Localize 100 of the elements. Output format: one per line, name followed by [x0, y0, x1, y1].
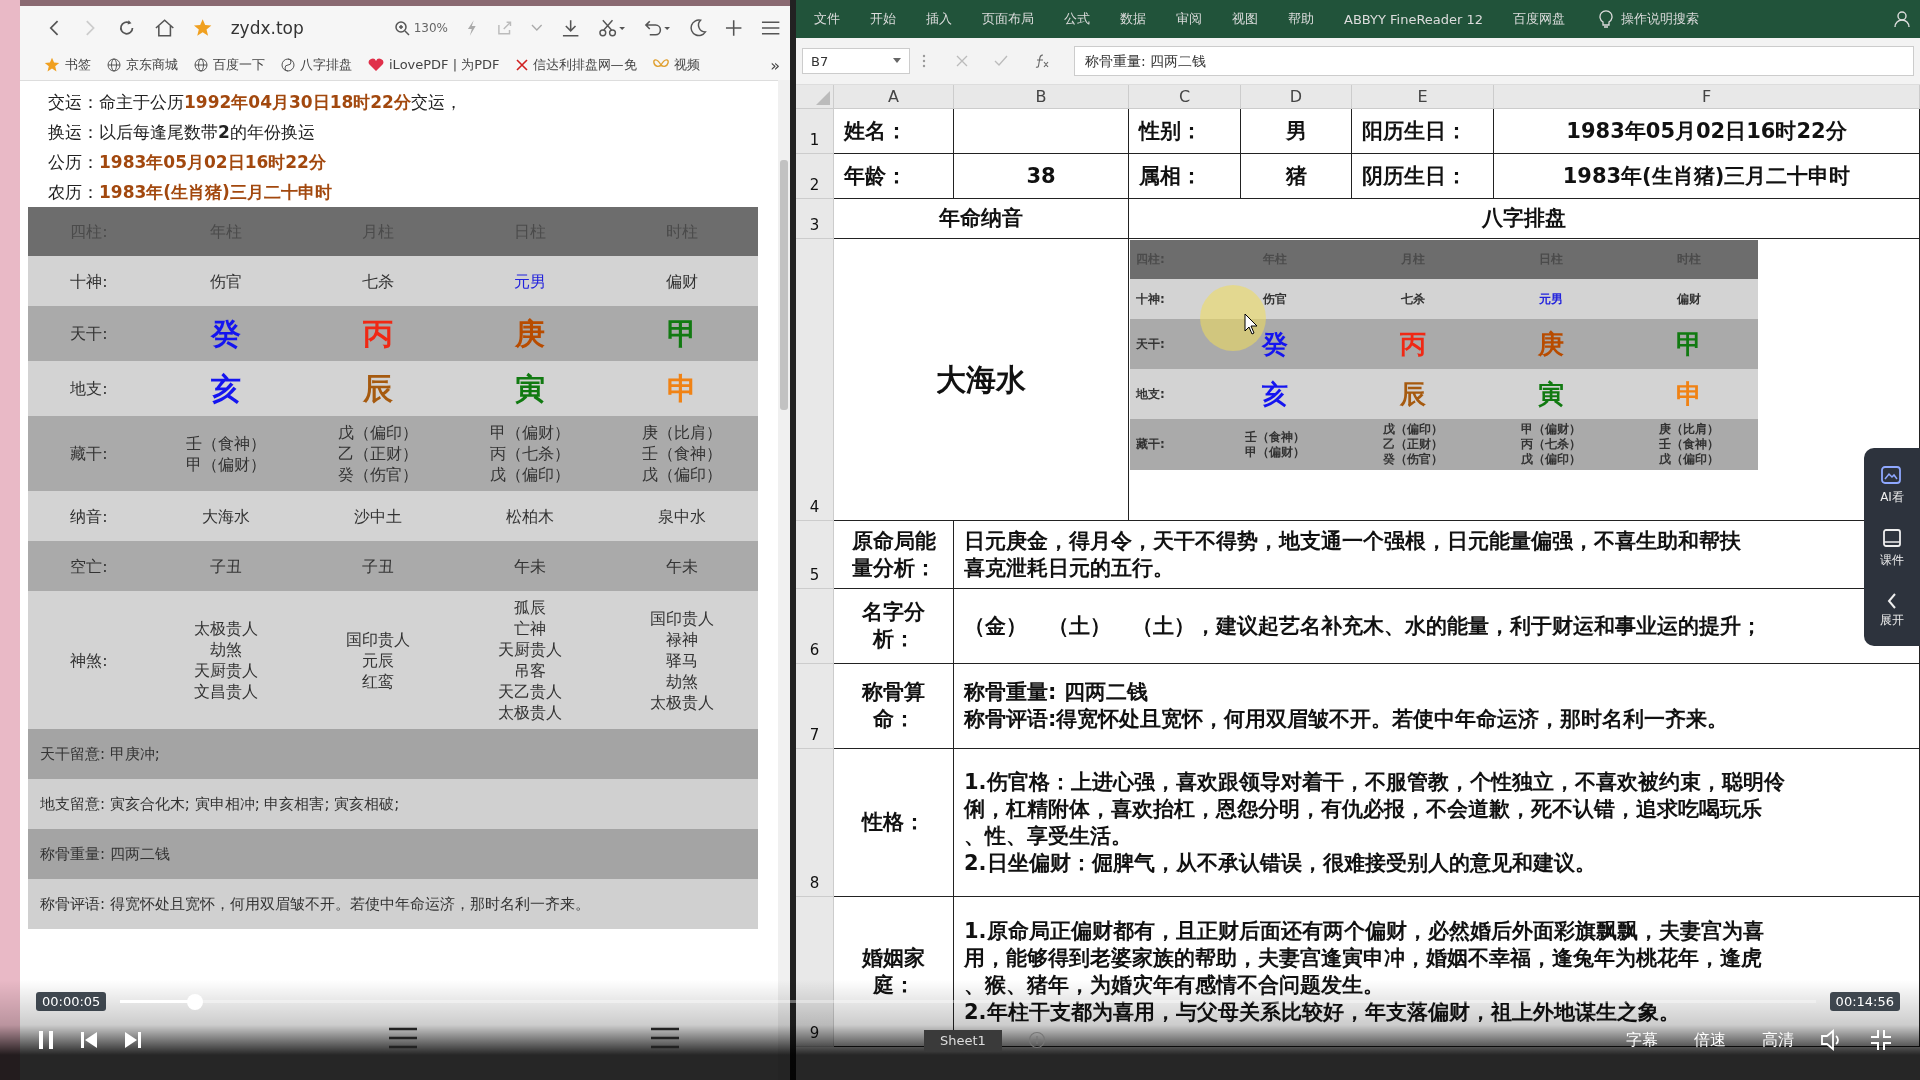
empty-cell[interactable]: [954, 109, 1129, 154]
bookmark-link[interactable]: 百度一下: [194, 56, 265, 74]
ribbon-tab[interactable]: 文件: [814, 10, 840, 28]
row-header[interactable]: 5: [796, 521, 834, 589]
column-header[interactable]: B: [954, 85, 1129, 109]
name-box[interactable]: B7: [802, 48, 910, 74]
user-icon[interactable]: [1894, 10, 1912, 28]
moon-icon[interactable]: [687, 18, 708, 38]
caret-icon: [893, 58, 901, 64]
stem-character: 申: [666, 369, 698, 408]
table-cell-text: 午未: [665, 555, 699, 578]
player-option[interactable]: 高清: [1762, 1029, 1794, 1051]
row-header[interactable]: 2: [796, 154, 834, 199]
column-header[interactable]: C: [1129, 85, 1241, 109]
ribbon-tab[interactable]: 页面布局: [982, 10, 1034, 28]
star-icon: [44, 57, 60, 73]
star-icon[interactable]: [193, 18, 213, 38]
row-header[interactable]: 8: [796, 749, 834, 897]
row-label: 十神:: [69, 270, 109, 293]
cell-text: 原命局能 量分析：: [851, 527, 936, 582]
side-panel-button[interactable]: 课件: [1880, 528, 1904, 570]
column-header[interactable]: D: [1241, 85, 1352, 109]
scissors-icon[interactable]: [597, 18, 625, 38]
download-icon[interactable]: [560, 18, 580, 38]
cell-text: 称骨重量: 四两二钱 称骨评语:得宽怀处且宽怀，何用双眉皱不开。若使中年命运济，那时名利一齐来。: [964, 679, 1729, 733]
row-label: 藏干:: [69, 443, 109, 465]
more-bookmarks-button[interactable]: »: [770, 55, 780, 75]
player-option[interactable]: 字幕: [1626, 1029, 1658, 1051]
table-cell-text: 壬（食神） 甲（偏财）: [185, 432, 267, 476]
ribbon-tab[interactable]: 开始: [870, 10, 896, 28]
side-panel-button[interactable]: AI看: [1880, 465, 1904, 507]
row-label: 神煞:: [69, 649, 109, 672]
table-cell-text: 松柏木: [505, 505, 555, 528]
add-sheet-icon[interactable]: [1027, 1031, 1046, 1049]
row-header[interactable]: 1: [796, 109, 834, 154]
table-cell-text: 甲（偏财） 丙（七杀） 戊（偏印）: [1520, 421, 1582, 468]
exit-fullscreen-icon[interactable]: [1870, 1029, 1892, 1051]
stem-character: 寅: [1537, 378, 1565, 411]
ribbon-tab[interactable]: 审阅: [1176, 10, 1202, 28]
total-time: 00:14:56: [1829, 992, 1900, 1011]
ribbon-tab[interactable]: 插入: [926, 10, 952, 28]
row-label: 天干:: [1135, 335, 1166, 353]
row-header[interactable]: 9: [796, 897, 834, 1047]
ribbon-tab[interactable]: 帮助: [1288, 10, 1314, 28]
ribbon-tab[interactable]: 公式: [1064, 10, 1090, 28]
next-icon[interactable]: [124, 1030, 142, 1050]
row-header[interactable]: 3: [796, 199, 834, 239]
sheet-tab[interactable]: Sheet1: [924, 1029, 1002, 1051]
cell-text: 性格：: [862, 809, 925, 836]
tell-me-search[interactable]: 操作说明搜索: [1621, 10, 1700, 28]
bookmark-link[interactable]: 八字排盘: [281, 56, 352, 74]
column-header[interactable]: E: [1352, 85, 1494, 109]
table-cell-text: 壬（食神） 甲（偏财）: [1244, 428, 1306, 461]
bookmark-link[interactable]: 书签: [44, 56, 91, 74]
cell-text: 性别：: [1139, 117, 1202, 145]
column-header[interactable]: F: [1494, 85, 1920, 109]
row-header[interactable]: 7: [796, 664, 834, 749]
stem-character: 辰: [1398, 378, 1427, 411]
function-icon[interactable]: [1034, 54, 1050, 68]
new-tab-icon[interactable]: [725, 19, 743, 37]
formula-field[interactable]: 称骨重量: 四两二钱: [1074, 46, 1914, 76]
undo-icon[interactable]: [642, 18, 670, 38]
note-row: 称骨重量: 四两二钱: [28, 829, 758, 879]
table-cell-text: 元男: [513, 270, 547, 293]
lightbulb-icon[interactable]: [1599, 10, 1614, 28]
player-option[interactable]: 倍速: [1694, 1029, 1726, 1051]
pause-icon[interactable]: [38, 1030, 54, 1050]
cell-text: 婚姻家 庭：: [862, 944, 925, 999]
previous-icon[interactable]: [80, 1030, 98, 1050]
table-cell-text: 七杀: [1400, 290, 1426, 308]
cell-text: 姓名：: [844, 117, 907, 145]
cell-text: 1983年05月02日16时22分: [1566, 117, 1847, 145]
cell-text: 1.原命局正偏财都有，且正财后面还有两个偏财，必然婚后外面彩旗飘飘，夫妻宫为喜 用，能够得到老婆家族的帮助，夫妻宫逢寅申冲，婚姻不幸福，逢兔年为桃花年，逢虎 、猴、猪年，为婚灾年有感情不合问题发生。 2.年柱干支都为喜用，与父母关系比较好，年支落偏财，祖上外地谋生之象。: [964, 917, 1764, 1026]
home-icon[interactable]: [154, 18, 176, 38]
stem-character: 申: [1675, 378, 1703, 411]
ribbon-tab[interactable]: 数据: [1120, 10, 1146, 28]
cursor-icon: [1244, 313, 1258, 335]
ribbon-tab[interactable]: 百度网盘: [1513, 10, 1566, 28]
bookmark-link[interactable]: 信达利排盘网—免: [515, 56, 637, 74]
bookmark-link[interactable]: 京东商城: [107, 56, 178, 74]
address-field[interactable]: zydx.top: [230, 18, 376, 38]
table-cell-text: 子丑: [361, 555, 395, 578]
row-header[interactable]: 6: [796, 589, 834, 664]
bookmark-link[interactable]: iLovePDF | 为PDF: [368, 56, 500, 74]
ribbon-tab[interactable]: 视图: [1232, 10, 1258, 28]
bookmark-link[interactable]: 视频: [652, 56, 700, 74]
table-cell-text: 午未: [513, 555, 547, 578]
menu-icon[interactable]: [760, 20, 780, 36]
row-header[interactable]: 4: [796, 239, 834, 521]
check-icon[interactable]: [994, 55, 1008, 67]
scrollbar-thumb[interactable]: [780, 160, 788, 410]
table-cell-text: 国印贵人 元辰 红鸾: [345, 628, 411, 693]
table-cell-text: 庚（比肩） 壬（食神） 戊（偏印）: [1658, 421, 1720, 468]
menu-icon[interactable]: [650, 1027, 680, 1049]
column-header[interactable]: A: [834, 85, 954, 109]
table-cell-text: 沙中土: [353, 505, 403, 528]
ribbon-tab[interactable]: ABBYY FineReader 12: [1344, 11, 1484, 27]
menu-icon[interactable]: [388, 1027, 418, 1049]
side-panel-button[interactable]: 展开: [1880, 591, 1904, 629]
zoom-button[interactable]: 130%: [393, 20, 448, 36]
